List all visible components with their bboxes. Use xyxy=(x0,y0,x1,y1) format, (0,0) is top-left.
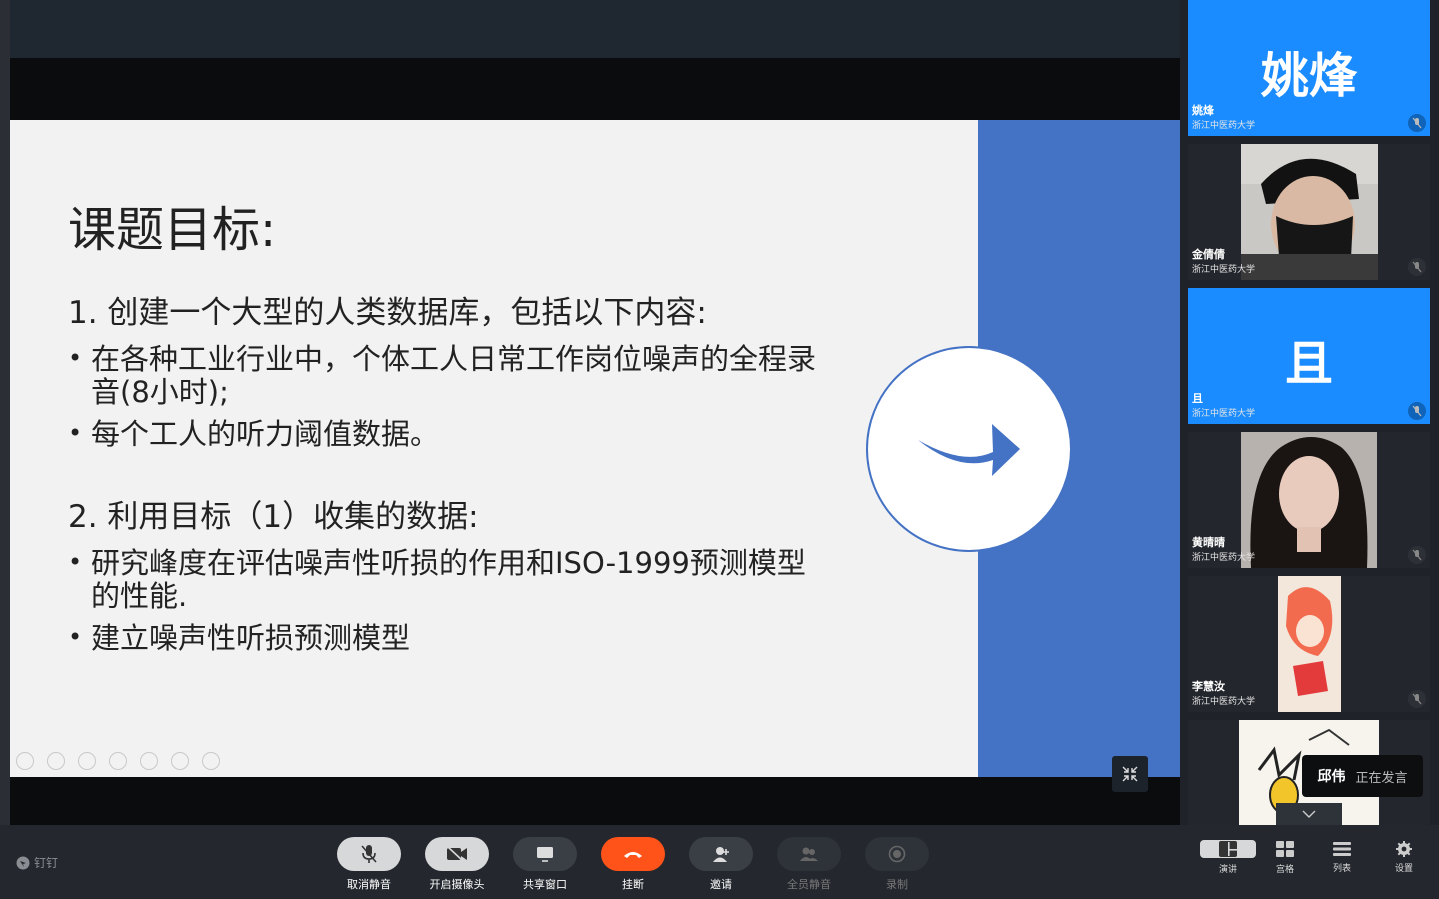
screen-share-icon xyxy=(537,847,553,862)
slide-toolbar xyxy=(16,752,220,770)
participant-tile[interactable]: 姚烽 姚烽 浙江中医药大学 xyxy=(1188,0,1430,136)
control-label: 共享窗口 xyxy=(523,878,567,891)
speaker-view-button[interactable]: 演讲 xyxy=(1200,840,1256,875)
participant-tile[interactable]: 李慧汝 浙江中医药大学 xyxy=(1188,576,1430,712)
scroll-down-button[interactable] xyxy=(1276,803,1342,825)
brand-name: 钉钉 xyxy=(34,856,59,870)
list-view-icon xyxy=(1333,841,1351,856)
arrow-circle xyxy=(866,346,1072,552)
participant-org: 浙江中医药大学 xyxy=(1192,697,1256,707)
collapse-icon xyxy=(1122,766,1138,782)
participant-org: 浙江中医药大学 xyxy=(1192,265,1256,275)
meeting-control-bar: 钉钉 取消静音 开启摄像头 共享窗口 挂断 邀请 全员静音 录制 演讲 宫格 列… xyxy=(0,825,1439,899)
slides-icon[interactable] xyxy=(109,752,127,770)
control-label: 挂断 xyxy=(622,878,644,891)
participant-name: 且 xyxy=(1192,392,1203,405)
slide-point-2: 2. 利用目标（1）收集的数据: xyxy=(68,499,479,535)
control-label: 邀请 xyxy=(710,878,732,891)
speaker-name: 邱伟 xyxy=(1317,769,1346,785)
hangup-button[interactable]: 挂断 xyxy=(600,837,666,892)
avatar: 姚烽 xyxy=(1260,48,1357,104)
slide-title: 课题目标: xyxy=(68,202,277,258)
letterbox-bottom xyxy=(10,777,1180,825)
slide-point-1: 1. 创建一个大型的人类数据库，包括以下内容: xyxy=(68,295,707,331)
settings-button[interactable]: 设置 xyxy=(1376,840,1432,874)
record-button[interactable]: 录制 xyxy=(864,837,930,892)
view-label: 演讲 xyxy=(1218,865,1237,875)
exit-fullscreen-button[interactable] xyxy=(1112,756,1148,792)
share-window-button[interactable]: 共享窗口 xyxy=(512,837,578,892)
illustration-photo xyxy=(1278,576,1341,712)
unmute-button[interactable]: 取消静音 xyxy=(336,837,402,892)
slide-bullet-3: 研究峰度在评估噪声性听损的作用和ISO-1999预测模型的性能. xyxy=(91,546,806,613)
participant-name: 黄晴晴 xyxy=(1192,536,1225,549)
window-edge xyxy=(0,0,10,825)
mute-all-button[interactable]: 全员静音 xyxy=(776,837,842,892)
record-icon xyxy=(888,845,906,863)
control-label: 全员静音 xyxy=(787,878,831,891)
camera-icon xyxy=(447,846,467,862)
pen-icon[interactable] xyxy=(78,752,96,770)
view-label: 列表 xyxy=(1332,864,1351,874)
control-label: 录制 xyxy=(886,878,908,891)
participant-tile[interactable]: 且 且 浙江中医药大学 xyxy=(1188,288,1430,424)
mic-muted-icon xyxy=(1408,402,1426,420)
slide-bullet-4: 建立噪声性听损预测模型 xyxy=(91,621,411,655)
active-speaker-toast: 邱伟 正在发言 xyxy=(1302,755,1423,797)
list-view-button[interactable]: 列表 xyxy=(1314,840,1370,874)
participant-name: 姚烽 xyxy=(1192,104,1214,117)
view-label: 设置 xyxy=(1394,864,1413,874)
grid-view-button[interactable]: 宫格 xyxy=(1257,840,1313,875)
subtitle-icon[interactable] xyxy=(171,752,189,770)
next-slide-icon[interactable] xyxy=(47,752,65,770)
brand-logo: 钉钉 xyxy=(16,854,58,871)
participant-org: 浙江中医药大学 xyxy=(1192,409,1256,419)
gear-icon xyxy=(1396,840,1412,857)
prev-slide-icon[interactable] xyxy=(16,752,34,770)
participant-tile[interactable]: 金倩倩 浙江中医药大学 xyxy=(1188,144,1430,280)
curved-arrow-icon xyxy=(918,424,1020,476)
slide-bullet-2: 每个工人的听力阈值数据。 xyxy=(91,417,440,451)
participant-panel: 姚烽 姚烽 浙江中医药大学 金倩倩 浙江中医药大学 且 且 浙江中医药大学 黄晴… xyxy=(1183,0,1439,825)
invite-icon xyxy=(713,847,729,862)
camera-button[interactable]: 开启摄像头 xyxy=(424,837,490,892)
person-photo xyxy=(1241,432,1377,568)
participant-org: 浙江中医药大学 xyxy=(1192,121,1256,131)
mic-muted-icon xyxy=(1408,690,1426,708)
more-icon[interactable] xyxy=(202,752,220,770)
view-label: 宫格 xyxy=(1275,865,1294,875)
invite-button[interactable]: 邀请 xyxy=(688,837,754,892)
control-label: 开启摄像头 xyxy=(429,878,485,891)
participant-name: 金倩倩 xyxy=(1192,248,1225,261)
speaker-view-icon xyxy=(1219,841,1237,857)
zoom-icon[interactable] xyxy=(140,752,158,770)
participant-name: 李慧汝 xyxy=(1192,680,1225,693)
bullet-dot: • xyxy=(68,548,83,576)
person-photo xyxy=(1241,144,1378,280)
grid-view-icon xyxy=(1276,841,1294,857)
slide-bullet-1: 在各种工业行业中，个体工人日常工作岗位噪声的全程录音(8小时); xyxy=(91,342,817,409)
participant-org: 浙江中医药大学 xyxy=(1192,553,1256,563)
speaker-status: 正在发言 xyxy=(1355,770,1408,786)
mic-muted-icon xyxy=(1408,258,1426,276)
bullet-dot: • xyxy=(68,419,83,447)
letterbox-top xyxy=(10,58,1180,120)
avatar: 且 xyxy=(1284,336,1333,392)
mute-all-icon xyxy=(800,847,818,861)
participant-tile[interactable]: 黄晴晴 浙江中医药大学 xyxy=(1188,432,1430,568)
mic-muted-icon xyxy=(1408,546,1426,564)
mic-muted-icon xyxy=(1408,114,1426,132)
mic-icon xyxy=(361,845,377,863)
control-label: 取消静音 xyxy=(347,878,391,891)
bullet-dot: • xyxy=(68,344,83,372)
chevron-down-icon xyxy=(1302,810,1316,818)
hangup-icon xyxy=(624,852,642,858)
stage-top-band xyxy=(10,0,1180,58)
dingtalk-logo-icon xyxy=(16,856,30,869)
bullet-dot: • xyxy=(68,623,83,651)
